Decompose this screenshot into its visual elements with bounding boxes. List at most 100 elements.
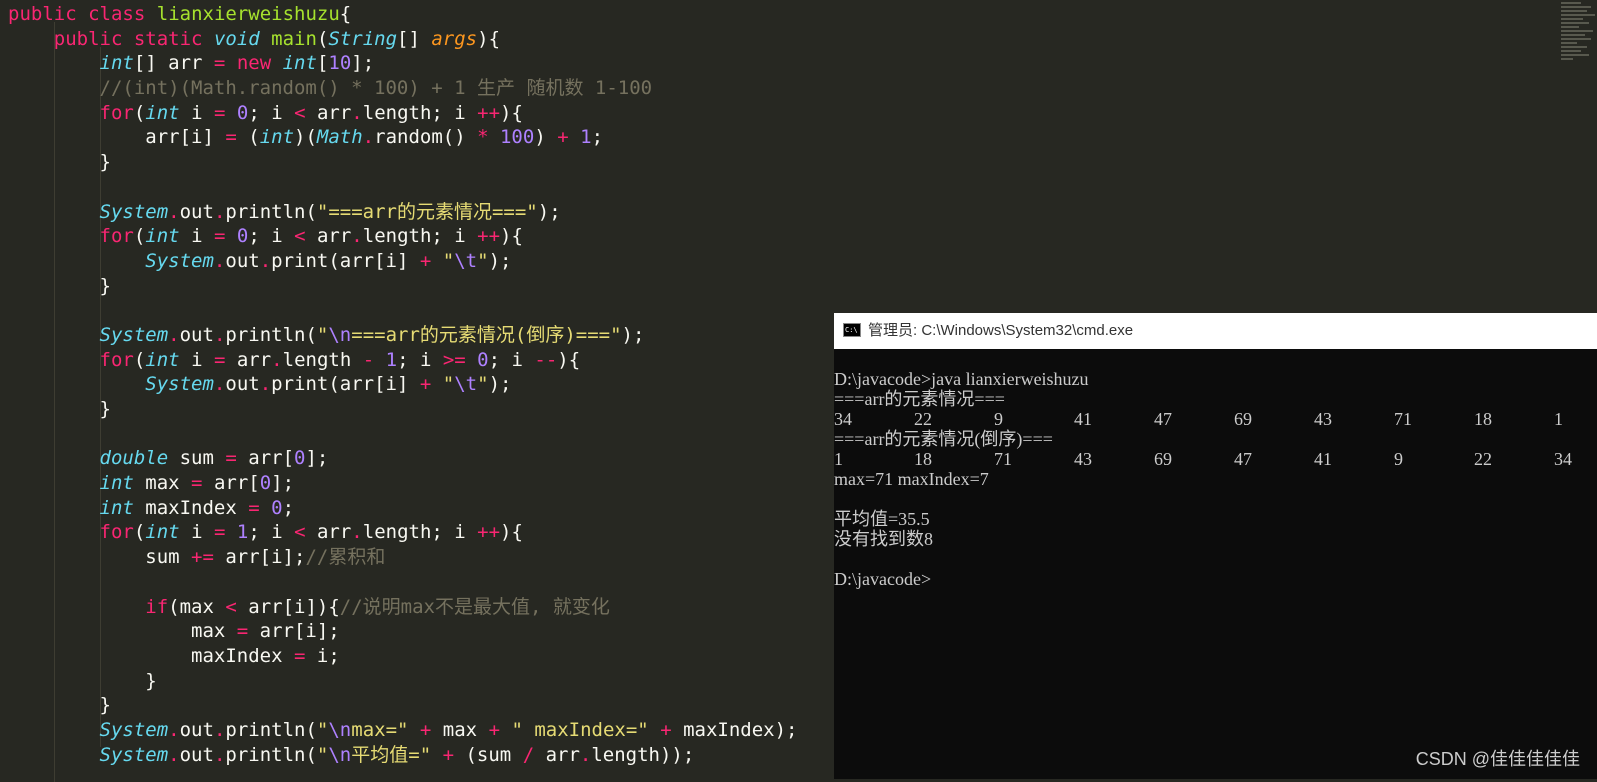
code-token: public: [8, 3, 77, 25]
code-token: .: [259, 373, 272, 396]
code-token: arr[: [202, 472, 260, 495]
code-token: int: [145, 101, 180, 124]
code-token: int: [259, 126, 295, 149]
cmd-value-cell: 34: [834, 409, 852, 429]
code-token: ": [477, 373, 489, 396]
code-token: 10: [328, 52, 352, 75]
code-token: .: [213, 743, 226, 766]
code-token: }: [8, 398, 111, 420]
code-token: " maxIndex=": [511, 718, 649, 741]
code-token: [: [316, 52, 329, 75]
cmd-output[interactable]: D:\javacode>java lianxierweishuzu ===arr的…: [834, 369, 1597, 589]
code-token: class: [88, 3, 146, 25]
code-line: System.out.println("\n===arr的元素情况(倒序)===…: [8, 323, 798, 348]
code-token: arr[i];: [213, 546, 306, 569]
code-line: public class lianxierweishuzu{: [8, 2, 798, 27]
code-token: int: [145, 348, 180, 371]
code-token: \t: [454, 373, 478, 396]
cmd-output-line: D:\javacode>java lianxierweishuzu: [834, 369, 1089, 389]
code-token: <: [225, 595, 237, 618]
code-token: lianxierweishuzu: [156, 3, 340, 25]
code-token: .: [213, 373, 226, 396]
code-token: maxIndex: [8, 644, 294, 667]
code-token: }: [8, 694, 111, 717]
code-token: =: [191, 472, 203, 495]
code-token: []: [397, 27, 432, 50]
code-token: (: [133, 101, 146, 124]
code-token: (: [133, 521, 146, 544]
code-token: =: [213, 348, 226, 371]
cmd-value-cell: 18: [914, 449, 932, 469]
code-token: if: [145, 595, 169, 618]
code-line: int[] arr = new int[10];: [8, 51, 798, 76]
code-line: max = arr[i];: [8, 619, 798, 644]
code-line: System.out.print(arr[i] + "\t");: [8, 372, 798, 397]
code-token: /: [522, 743, 535, 766]
code-token: ){: [500, 225, 523, 248]
code-line: System.out.println("\nmax=" + max + " ma…: [8, 718, 798, 743]
code-token: ];: [351, 52, 375, 75]
cmd-output-line: 34 22 9 41 47 69 43 71 18 1: [834, 409, 1597, 429]
code-token: System: [145, 373, 214, 396]
cmd-value-cell: 9: [994, 409, 1003, 429]
cmd-title-bar[interactable]: C:\ 管理员: C:\Windows\System32\cmd.exe: [834, 313, 1597, 349]
code-line: for(int i = 0; i < arr.length; i ++){: [8, 101, 798, 126]
cmd-output-line: [834, 549, 1597, 569]
code-token: int: [145, 521, 180, 544]
cmd-value-cell: 1: [1554, 409, 1563, 429]
code-token: .: [213, 249, 226, 272]
code-token: out: [179, 323, 214, 346]
code-token: ": [316, 718, 329, 741]
code-token: {: [339, 3, 352, 25]
cmd-value-cell: 22: [1474, 449, 1492, 469]
code-token: );: [488, 373, 512, 396]
code-token: =: [225, 447, 237, 470]
code-token: println(: [225, 743, 317, 766]
code-line: for(int i = 1; i < arr.length; i ++){: [8, 520, 798, 545]
code-line: double sum = arr[0];: [8, 446, 798, 471]
code-token: ){: [500, 521, 523, 544]
code-token: \n: [328, 718, 352, 741]
code-token: *: [477, 126, 489, 149]
cmd-output-line: [834, 489, 1597, 509]
code-token: 0: [294, 447, 306, 470]
cmd-window[interactable]: C:\ 管理员: C:\Windows\System32\cmd.exe D:\…: [834, 313, 1597, 779]
code-line: for(int i = arr.length - 1; i >= 0; i --…: [8, 348, 798, 373]
cmd-value-cell: 47: [1154, 409, 1172, 429]
minimap[interactable]: [1561, 0, 1597, 95]
code-token: println(: [225, 200, 317, 223]
code-token: );: [621, 323, 645, 346]
code-token: --: [534, 348, 558, 371]
code-lines: public class lianxierweishuzu{ public st…: [8, 2, 798, 767]
code-token: i: [179, 521, 214, 544]
code-token: out: [179, 743, 214, 766]
code-token: arr: [534, 743, 580, 766]
code-token: System: [99, 718, 169, 741]
code-line: }: [8, 397, 798, 422]
code-token: =: [213, 52, 226, 75]
cmd-value-cell: 69: [1154, 449, 1172, 469]
code-line: System.out.print(arr[i] + "\t");: [8, 249, 798, 274]
code-token: ): [534, 126, 558, 149]
code-token: for: [99, 101, 134, 124]
code-token: "===arr的元素情况===": [316, 200, 538, 223]
code-token: \t: [454, 249, 478, 272]
code-token: (sum: [454, 743, 523, 766]
code-token: 1: [385, 348, 398, 371]
cmd-value-cell: 41: [1074, 409, 1092, 429]
